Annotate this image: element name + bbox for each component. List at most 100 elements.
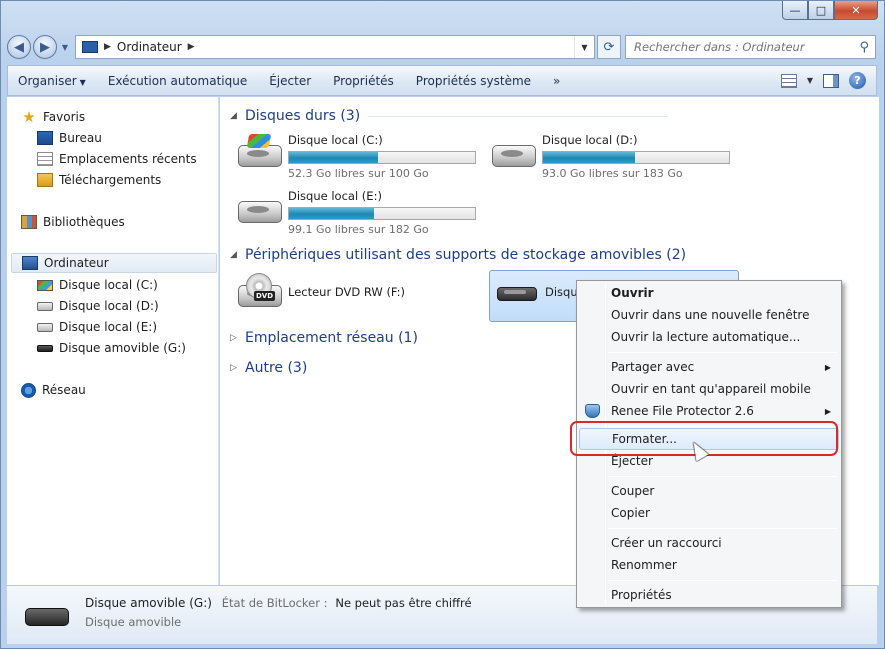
group-divider — [368, 115, 669, 117]
view-dropdown-icon[interactable]: ▼ — [807, 76, 813, 85]
drive-usage-bar — [288, 207, 476, 220]
drive-tile-e[interactable]: Disque local (E:) 99.1 Go libres sur 182… — [236, 189, 476, 236]
drive-tile-g[interactable]: Disqu — [493, 273, 578, 313]
menu-item-create-shortcut[interactable]: Créer un raccourci — [579, 532, 839, 554]
forward-button[interactable]: ▶ — [33, 35, 57, 59]
menu-item-autoplay[interactable]: Ouvrir la lecture automatique... — [579, 326, 839, 348]
sidebar-item-bureau[interactable]: Bureau — [37, 128, 217, 148]
sidebar-item-drive-d[interactable]: Disque local (D:) — [37, 296, 217, 316]
maximize-button[interactable]: □ — [808, 1, 834, 20]
autoplay-button[interactable]: Exécution automatique — [108, 74, 247, 88]
collapse-triangle-icon[interactable]: ◢ — [230, 111, 238, 121]
search-input[interactable] — [634, 40, 834, 54]
downloads-folder-icon — [37, 173, 53, 187]
sidebar-item-label: Ordinateur — [44, 256, 109, 270]
details-title-row: Disque amovible (G:) État de BitLocker :… — [85, 596, 472, 610]
search-icon[interactable]: ⚲ — [859, 40, 869, 55]
star-icon: ★ — [22, 108, 36, 126]
menu-item-renee[interactable]: Renee File Protector 2.6 ▶ — [579, 400, 839, 422]
drive-free-space: 93.0 Go libres sur 183 Go — [542, 167, 683, 180]
recent-pages-dropdown[interactable]: ▼ — [59, 43, 71, 52]
system-properties-button[interactable]: Propriétés système — [416, 74, 531, 88]
hard-drive-icon — [37, 301, 53, 311]
menu-item-open-mobile[interactable]: Ouvrir en tant qu'appareil mobile — [579, 378, 839, 400]
drive-name: Disque local (C:) — [288, 133, 383, 147]
caption-buttons: — □ ✕ — [782, 1, 878, 20]
expand-triangle-icon[interactable]: ▷ — [230, 363, 238, 373]
hard-drive-icon — [490, 133, 538, 173]
sidebar-item-label: Téléchargements — [59, 173, 162, 187]
drive-free-space: 52.3 Go libres sur 100 Go — [288, 167, 429, 180]
sidebar-item-recent[interactable]: Emplacements récents — [37, 149, 217, 169]
back-button[interactable]: ◀ — [7, 35, 31, 59]
group-removable[interactable]: ◢ Périphériques utilisant des supports d… — [230, 247, 686, 263]
group-title: Disques durs (3) — [245, 108, 361, 124]
more-commands-button[interactable]: » — [553, 74, 560, 88]
close-button[interactable]: ✕ — [834, 1, 878, 20]
sidebar-item-libraries[interactable]: Bibliothèques — [21, 212, 211, 232]
dvd-drive-icon: DVD — [236, 273, 284, 313]
sidebar-item-drive-g[interactable]: Disque amovible (G:) — [37, 338, 217, 358]
drive-tile-dvd[interactable]: DVD Lecteur DVD RW (F:) — [236, 273, 405, 313]
group-other[interactable]: ▷ Autre (3) — [230, 360, 307, 376]
network-icon — [21, 382, 36, 398]
submenu-arrow-icon: ▶ — [824, 406, 831, 416]
menu-separator — [608, 528, 837, 529]
sidebar-item-label: Disque amovible (G:) — [59, 341, 186, 355]
sidebar-item-label: Disque local (D:) — [59, 299, 159, 313]
breadcrumb-separator-icon[interactable]: ▶ — [104, 42, 111, 52]
drive-name: Disque local (D:) — [542, 133, 638, 147]
drive-usage-bar — [542, 151, 730, 164]
sidebar-item-drive-c[interactable]: Disque local (C:) — [37, 275, 217, 295]
menu-item-cut[interactable]: Couper — [579, 480, 839, 502]
help-icon[interactable]: ? — [849, 72, 866, 89]
hard-drive-icon — [236, 189, 284, 229]
group-hard-disks[interactable]: ◢ Disques durs (3) — [230, 108, 669, 124]
arrow-left-icon: ◀ — [14, 39, 24, 55]
refresh-icon: ⟳ — [603, 39, 615, 55]
drive-name: Disqu — [545, 285, 578, 299]
drive-tile-c[interactable]: Disque local (C:) 52.3 Go libres sur 100… — [236, 133, 476, 180]
address-bar[interactable]: ▶ Ordinateur ▶ ▼ — [75, 35, 595, 59]
minimize-button[interactable]: — — [782, 1, 808, 20]
menu-item-properties[interactable]: Propriétés — [579, 584, 839, 606]
chevron-down-icon: ▼ — [79, 77, 86, 87]
recent-places-icon — [37, 152, 53, 166]
collapse-triangle-icon[interactable]: ◢ — [230, 250, 238, 260]
sidebar-item-drive-e[interactable]: Disque local (E:) — [37, 317, 217, 337]
menu-item-copy[interactable]: Copier — [579, 502, 839, 524]
group-title: Autre (3) — [245, 360, 308, 376]
windows-drive-icon — [236, 133, 284, 173]
menu-item-rename[interactable]: Renommer — [579, 554, 839, 576]
drive-tile-d[interactable]: Disque local (D:) 93.0 Go libres sur 183… — [490, 133, 730, 180]
sidebar-item-favoris[interactable]: ★ Favoris — [21, 107, 211, 127]
menu-item-ouvrir[interactable]: Ouvrir — [579, 282, 839, 304]
navigation-row: ◀ ▶ ▼ ▶ Ordinateur ▶ ▼ ⟳ ⚲ — [7, 33, 876, 61]
properties-button[interactable]: Propriétés — [333, 74, 394, 88]
breadcrumb-ordinateur[interactable]: Ordinateur — [117, 40, 182, 54]
breadcrumb-chevron-icon[interactable]: ▶ — [188, 42, 195, 52]
address-dropdown-icon[interactable]: ▼ — [574, 36, 594, 58]
renee-protector-icon — [585, 404, 600, 418]
menu-item-share-with[interactable]: Partager avec ▶ — [579, 356, 839, 378]
desktop-icon — [37, 131, 53, 145]
refresh-button[interactable]: ⟳ — [597, 35, 621, 59]
eject-button[interactable]: Éjecter — [269, 74, 311, 88]
command-bar: Organiser ▼ Exécution automatique Éjecter… — [7, 65, 877, 96]
sidebar-item-label: Bibliothèques — [43, 215, 125, 229]
expand-triangle-icon[interactable]: ▷ — [230, 333, 238, 343]
sidebar-item-computer[interactable]: Ordinateur — [11, 253, 217, 273]
arrow-right-icon: ▶ — [40, 39, 50, 55]
organiser-button[interactable]: Organiser ▼ — [18, 74, 86, 88]
search-box[interactable]: ⚲ — [625, 35, 876, 59]
group-network[interactable]: ▷ Emplacement réseau (1) — [230, 330, 418, 346]
removable-drive-icon — [37, 344, 53, 352]
sidebar-item-network[interactable]: Réseau — [21, 380, 211, 400]
view-controls: ▼ ? — [780, 72, 876, 89]
preview-pane-icon[interactable] — [823, 73, 839, 88]
change-view-icon[interactable] — [780, 73, 797, 88]
menu-item-open-new-window[interactable]: Ouvrir dans une nouvelle fenêtre — [579, 304, 839, 326]
bitlocker-value: Ne peut pas être chiffré — [335, 596, 472, 610]
sidebar-item-downloads[interactable]: Téléchargements — [37, 170, 217, 190]
organiser-label: Organiser — [18, 73, 77, 88]
